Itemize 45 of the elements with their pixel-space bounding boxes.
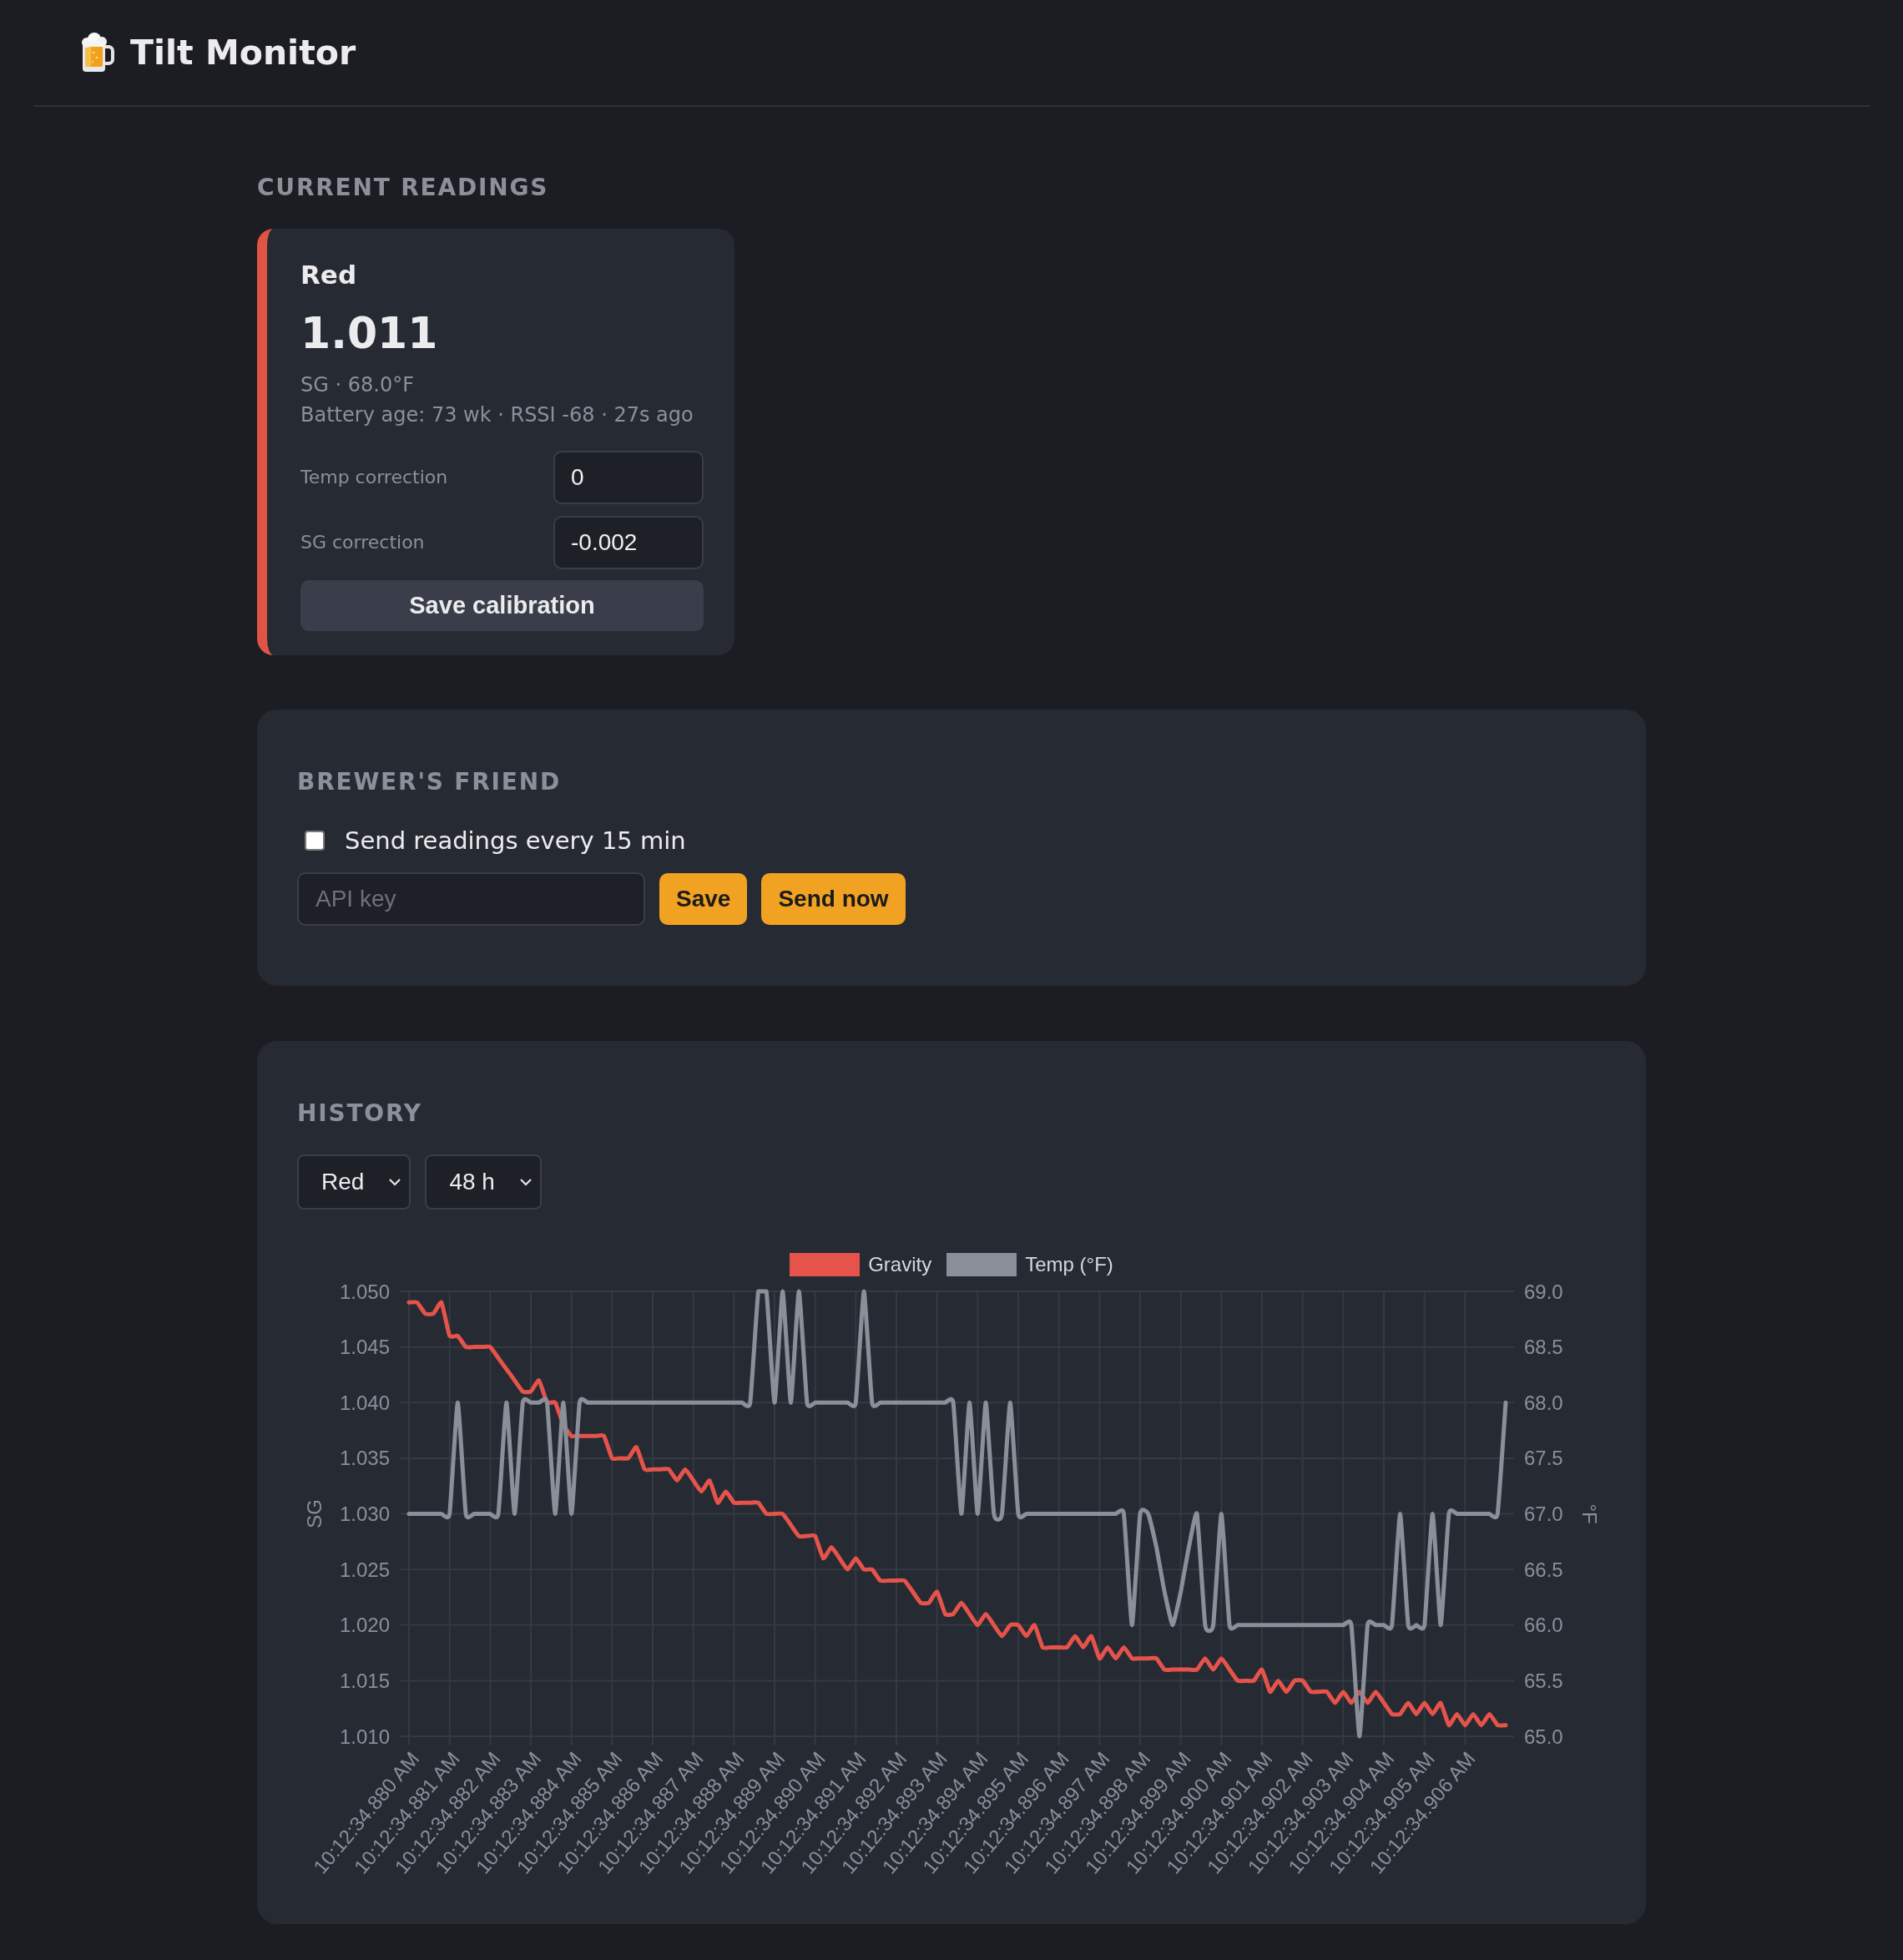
input-field[interactable]: 0 <box>553 451 704 504</box>
y-axis-label: 1.010 <box>339 1725 390 1748</box>
y-axis-label: 69.0 <box>1524 1280 1563 1303</box>
y-axis-label: 1.025 <box>339 1558 390 1581</box>
y-axis-label: 66.5 <box>1524 1558 1563 1581</box>
y-axis-label: 67.5 <box>1524 1447 1563 1470</box>
y-axis-label: 66.0 <box>1524 1614 1563 1637</box>
y-axis-label: 1.040 <box>339 1391 390 1414</box>
y-axis-label: 1.035 <box>339 1447 390 1470</box>
dropdown[interactable]: Red <box>297 1154 411 1210</box>
axis-title: °F <box>1577 1503 1601 1524</box>
chevron-icon <box>519 1178 532 1186</box>
legend-label: Temp (°F) <box>1025 1253 1113 1276</box>
y-axis-label: 68.0 <box>1524 1391 1563 1414</box>
y-axis-label: 65.5 <box>1524 1669 1563 1692</box>
dropdown[interactable]: 48 h <box>425 1154 542 1210</box>
legend-label: Gravity <box>868 1253 932 1276</box>
section-heading: HISTORY <box>297 1099 422 1128</box>
section-heading: CURRENT READINGS <box>257 174 549 202</box>
checkbox[interactable] <box>305 831 325 851</box>
app-title: Tilt Monitor <box>130 32 356 73</box>
reading-summary: SG · 68.0°F <box>300 372 415 398</box>
y-axis-label: 1.020 <box>339 1614 390 1637</box>
section-heading: BREWER'S FRIEND <box>297 768 561 796</box>
chevron-icon <box>389 1178 401 1186</box>
gravity-reading: 1.011 <box>300 307 439 359</box>
axis-title: SG <box>302 1499 326 1528</box>
checkbox-label: Send readings every 15 min <box>345 826 686 856</box>
send-now-button[interactable]: Send now <box>761 873 906 925</box>
save-calibration-button[interactable]: Save calibration <box>300 580 704 631</box>
save-button[interactable]: Save <box>659 873 748 925</box>
tilt-name: Red <box>300 259 358 290</box>
field-label: SG correction <box>300 531 425 554</box>
field-label: Temp correction <box>300 466 448 489</box>
y-axis-label: 1.030 <box>339 1503 390 1525</box>
y-axis-label: 1.015 <box>339 1669 390 1692</box>
input-field[interactable]: -0.002 <box>553 516 704 569</box>
y-axis-label: 68.5 <box>1524 1336 1563 1359</box>
beer-mug-icon <box>80 32 115 73</box>
y-axis-label: 1.050 <box>339 1280 390 1303</box>
y-axis-label: 65.0 <box>1524 1725 1563 1748</box>
y-axis-label: 67.0 <box>1524 1503 1563 1525</box>
reading-details: Battery age: 73 wk · RSSI -68 · 27s ago <box>300 402 694 428</box>
y-axis-label: 1.045 <box>339 1336 390 1359</box>
api-key-field[interactable]: API key <box>297 872 645 926</box>
